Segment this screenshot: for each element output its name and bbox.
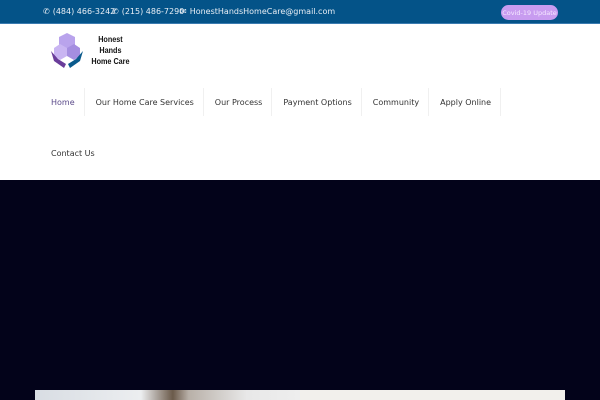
- nav-home[interactable]: Home: [40, 88, 85, 116]
- logo-hands-house-icon: [51, 33, 83, 68]
- covid-update-button[interactable]: Covid-19 Update: [501, 5, 558, 20]
- envelope-icon: ✉: [180, 7, 187, 16]
- nav-home-care-services[interactable]: Our Home Care Services: [85, 88, 204, 116]
- nav-our-process[interactable]: Our Process: [204, 88, 273, 116]
- phone-1[interactable]: ✆ (484) 466-3242: [43, 7, 115, 16]
- hero-section: [0, 180, 600, 400]
- nav-community[interactable]: Community: [362, 88, 430, 116]
- hero-image: [35, 390, 300, 400]
- nav-payment-options[interactable]: Payment Options: [272, 88, 362, 116]
- phone-2[interactable]: ✆ (215) 486-7290: [112, 7, 184, 16]
- logo-text: Honest Hands Home Care: [91, 33, 130, 66]
- phone-icon: ✆: [112, 7, 119, 16]
- main-nav: Home Our Home Care Services Our Process …: [40, 88, 502, 116]
- email-link[interactable]: ✉ HonestHandsHomeCare@gmail.com: [180, 7, 335, 16]
- hero-panel: [300, 390, 565, 400]
- phone-icon: ✆: [43, 7, 50, 16]
- top-bar: ✆ (484) 466-3242 ✆ (215) 486-7290 ✉ HonestH…: [0, 0, 600, 24]
- logo[interactable]: Honest Hands Home Care: [50, 31, 133, 69]
- nav-apply-online[interactable]: Apply Online: [429, 88, 502, 116]
- nav-contact-us[interactable]: Contact Us: [51, 149, 95, 158]
